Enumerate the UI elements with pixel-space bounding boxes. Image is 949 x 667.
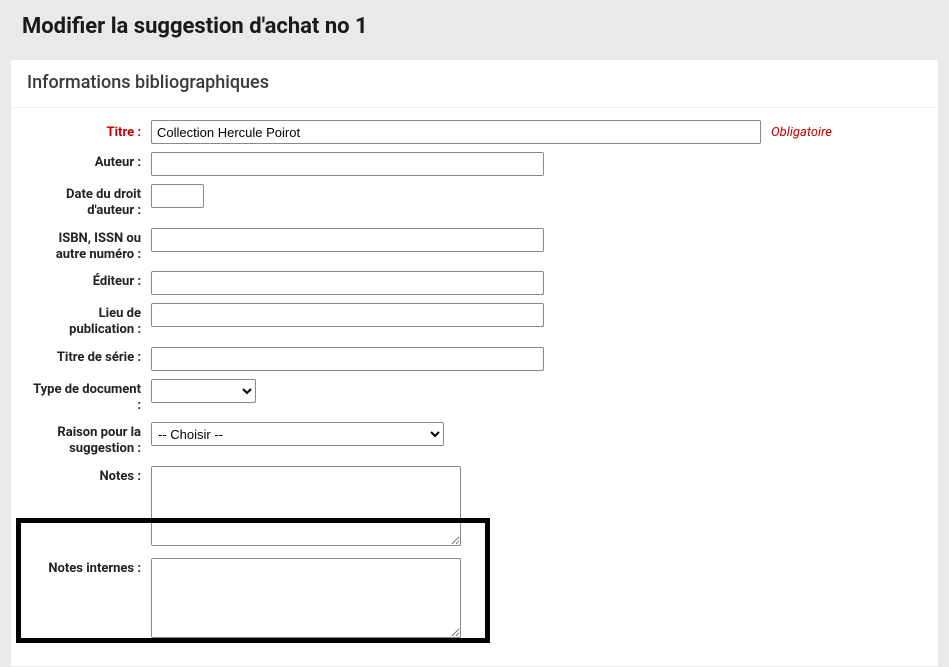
label-serie: Titre de série :: [31, 347, 151, 366]
row-isbn: ISBN, ISSN ou autre numéro :: [11, 228, 938, 264]
input-titre[interactable]: [151, 120, 761, 144]
form-body: Titre : Obligatoire Auteur : Date du dro…: [11, 108, 938, 638]
input-editeur[interactable]: [151, 271, 544, 295]
label-raison: Raison pour la suggestion :: [31, 422, 151, 458]
input-lieu[interactable]: [151, 303, 544, 327]
textarea-notes-internes[interactable]: [151, 558, 461, 638]
label-editeur: Éditeur :: [31, 271, 151, 290]
label-doctype: Type de document :: [31, 379, 151, 415]
select-doctype[interactable]: [151, 379, 256, 403]
row-auteur: Auteur :: [11, 152, 938, 176]
row-doctype: Type de document :: [11, 379, 938, 415]
label-notes: Notes :: [31, 466, 151, 485]
input-isbn[interactable]: [151, 228, 544, 252]
row-titre: Titre : Obligatoire: [11, 120, 938, 144]
row-lieu: Lieu de publication :: [11, 303, 938, 339]
input-copyright[interactable]: [151, 184, 204, 208]
page-title: Modifier la suggestion d'achat no 1: [0, 0, 949, 49]
label-copyright: Date du droit d'auteur :: [31, 184, 151, 220]
label-auteur: Auteur :: [31, 152, 151, 171]
required-hint: Obligatoire: [771, 125, 832, 140]
label-isbn: ISBN, ISSN ou autre numéro :: [31, 228, 151, 264]
label-titre: Titre :: [31, 122, 151, 141]
textarea-notes[interactable]: [151, 466, 461, 546]
row-editeur: Éditeur :: [11, 271, 938, 295]
row-notes: Notes :: [11, 466, 938, 546]
label-notes-internes: Notes internes :: [31, 558, 151, 577]
input-auteur[interactable]: [151, 152, 544, 176]
input-serie[interactable]: [151, 347, 544, 371]
label-lieu: Lieu de publication :: [31, 303, 151, 339]
row-serie: Titre de série :: [11, 347, 938, 371]
biblio-panel: Informations bibliographiques Titre : Ob…: [10, 59, 939, 667]
row-copyright: Date du droit d'auteur :: [11, 184, 938, 220]
row-notes-internes: Notes internes :: [11, 558, 938, 638]
row-raison: Raison pour la suggestion : -- Choisir -…: [11, 422, 938, 458]
select-raison[interactable]: -- Choisir --: [151, 422, 444, 446]
panel-title: Informations bibliographiques: [11, 60, 938, 108]
